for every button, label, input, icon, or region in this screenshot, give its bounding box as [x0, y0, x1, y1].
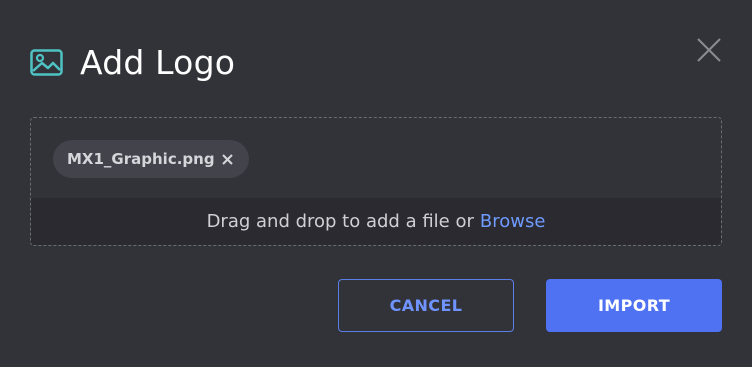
close-icon	[222, 153, 233, 165]
browse-link[interactable]: Browse	[480, 211, 546, 232]
file-chip: MX1_Graphic.png	[53, 140, 249, 178]
close-icon	[697, 38, 721, 62]
close-button[interactable]	[694, 35, 724, 65]
file-list: MX1_Graphic.png	[31, 118, 721, 199]
drop-instruction-text: Drag and drop to add a file or	[206, 211, 474, 232]
import-button[interactable]: IMPORT	[546, 279, 722, 332]
file-dropzone[interactable]: MX1_Graphic.png Drag and drop to add a f…	[30, 117, 722, 246]
cancel-button[interactable]: CANCEL	[338, 279, 514, 332]
remove-file-button[interactable]	[221, 152, 235, 166]
drop-instruction: Drag and drop to add a file or Browse	[31, 198, 721, 245]
add-logo-dialog: Add Logo MX1_Graphic.png Drag and drop t…	[0, 0, 752, 367]
image-icon	[30, 48, 63, 76]
dialog-header: Add Logo	[30, 40, 235, 84]
dialog-title: Add Logo	[80, 42, 236, 82]
file-name: MX1_Graphic.png	[67, 150, 215, 168]
